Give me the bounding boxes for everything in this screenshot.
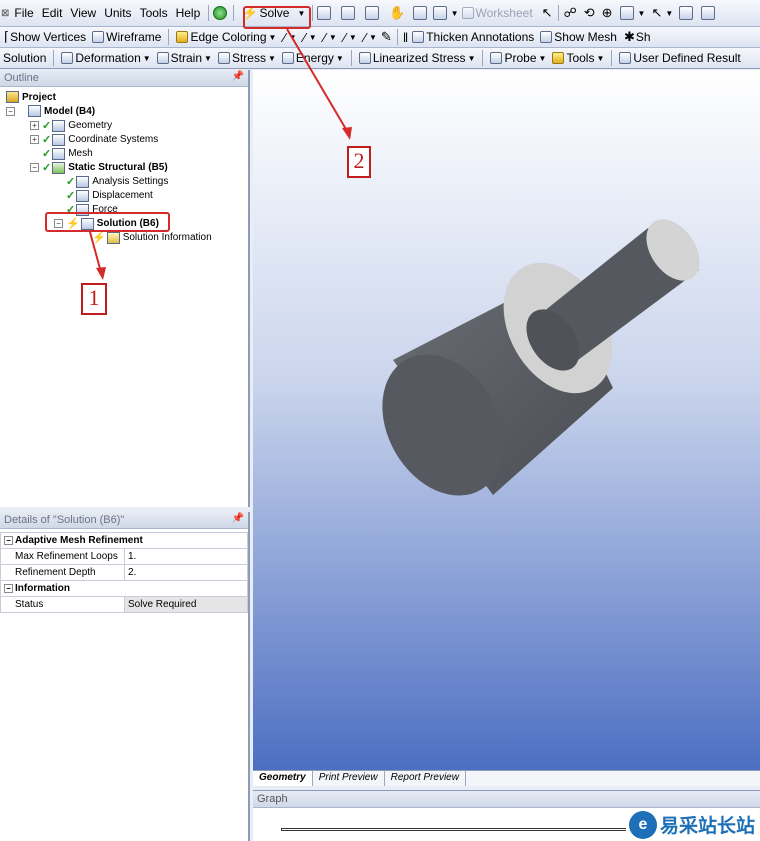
watermark-text: 易采站长站 <box>660 815 756 837</box>
watermark: e 易采站长站 <box>626 808 760 841</box>
watermark-logo-icon: e <box>629 810 657 839</box>
annotation-label-1: 1 <box>81 283 107 315</box>
annotation-arrows <box>89 28 352 280</box>
annotation-label-2: 2 <box>347 146 371 178</box>
